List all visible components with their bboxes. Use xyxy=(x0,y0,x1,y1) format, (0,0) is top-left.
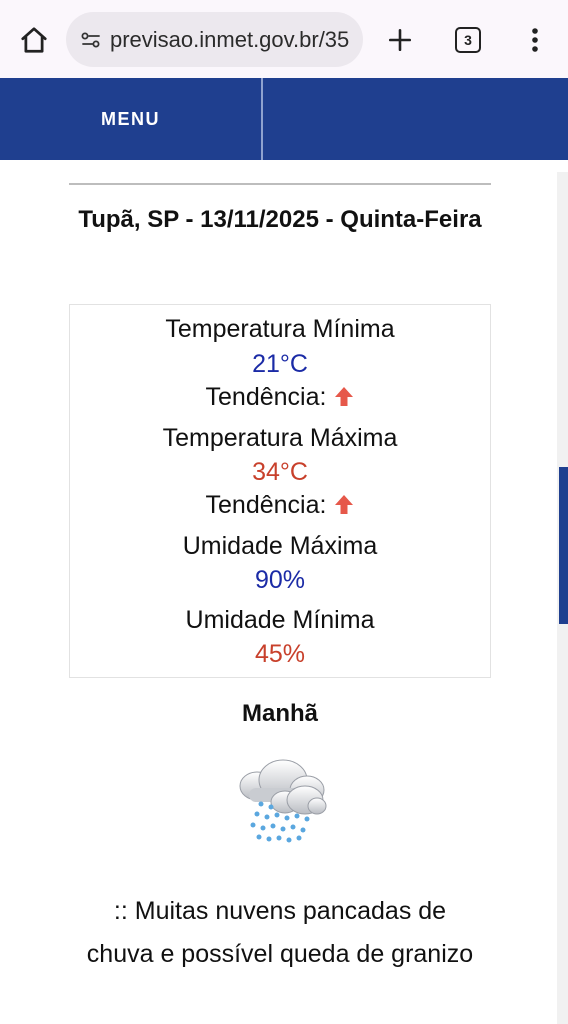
forecast-title: Tupã, SP - 13/11/2025 - Quinta-Feira xyxy=(78,206,482,233)
tab-switcher-button[interactable]: 3 xyxy=(448,20,488,60)
browser-toolbar: previsao.inmet.gov.br/35 3 xyxy=(0,0,568,78)
scrollbar-thumb[interactable] xyxy=(559,467,568,624)
arrow-up-icon xyxy=(335,495,354,514)
home-icon xyxy=(21,27,47,53)
temp-min-trend: Tendência: xyxy=(70,380,490,414)
browser-menu-button[interactable] xyxy=(518,20,552,60)
address-bar[interactable]: previsao.inmet.gov.br/35 xyxy=(66,12,363,67)
hum-max-value: 90% xyxy=(254,566,306,594)
trend-label: Tendência: xyxy=(205,491,327,519)
period-title: Manhã xyxy=(241,700,318,727)
temp-max-value: 34°C xyxy=(252,458,308,486)
home-button[interactable] xyxy=(14,20,54,60)
hum-min-label: Umidade Mínima xyxy=(185,606,375,634)
hum-max-label: Umidade Máxima xyxy=(182,532,378,560)
kebab-menu-icon xyxy=(532,28,538,52)
hum-min-value: 45% xyxy=(254,640,306,668)
site-settings-icon[interactable] xyxy=(78,27,104,53)
temp-max-label: Temperatura Máxima xyxy=(162,424,398,452)
temp-min-label: Temperatura Mínima xyxy=(165,315,395,343)
plus-icon xyxy=(388,28,412,52)
temp-max-trend: Tendência: xyxy=(70,488,490,522)
trend-label: Tendência: xyxy=(205,383,327,411)
new-tab-button[interactable] xyxy=(380,20,420,60)
temp-min-value: 21°C xyxy=(252,350,308,378)
cloud-rain-hail-icon xyxy=(239,759,327,843)
forecast-panel: Temperatura Mínima 21°C Tendência: Tempe… xyxy=(69,304,491,678)
nav-divider xyxy=(261,78,263,160)
site-navbar: MENU xyxy=(0,78,568,160)
arrow-up-icon xyxy=(335,387,354,406)
period-description: :: Muitas nuvens pancadas de chuva e pos… xyxy=(86,897,474,968)
tabs-icon: 3 xyxy=(455,27,481,53)
divider xyxy=(69,183,491,185)
menu-button[interactable]: MENU xyxy=(0,78,261,160)
url-text[interactable]: previsao.inmet.gov.br/35 xyxy=(110,27,349,53)
